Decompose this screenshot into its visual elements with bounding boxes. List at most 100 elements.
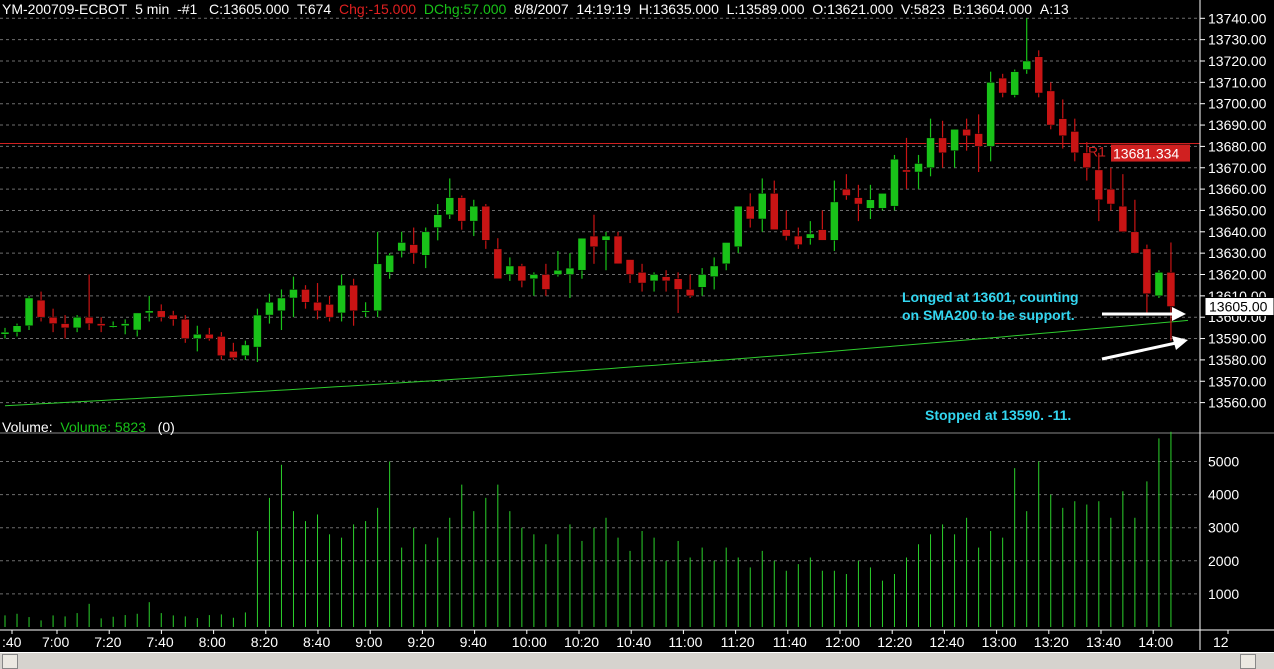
candle-body xyxy=(108,325,118,328)
horizontal-scrollbar[interactable] xyxy=(0,652,1274,669)
volume-header: Volume: Volume: 5823 (0) xyxy=(2,419,175,435)
time-axis: :40 7:00 7:20 7:40 8:00 8:20 8:40 9:00 9:20 9:40 1… xyxy=(0,629,1274,650)
volume-label: 5000 xyxy=(1208,454,1239,470)
time-label: 12:20 xyxy=(877,634,912,650)
volume-label: 4000 xyxy=(1208,487,1239,503)
scroll-right-button[interactable] xyxy=(1240,654,1256,669)
volume-label: 2000 xyxy=(1208,553,1239,569)
daily-change-value: DChg:57.000 xyxy=(423,1,507,17)
candle-body xyxy=(313,302,322,312)
time-label: 8:00 xyxy=(199,634,226,650)
candle-body xyxy=(1034,56,1043,94)
candle-body xyxy=(1106,188,1116,205)
time-label: 10:40 xyxy=(616,634,651,650)
close-value: C:13605.000 xyxy=(208,1,290,17)
time-label: 12 xyxy=(1213,634,1229,650)
candle-body xyxy=(685,289,695,297)
r1-value: 13681.334 xyxy=(1113,146,1179,162)
volume-axis: 5000 4000 3000 2000 1000 xyxy=(1208,454,1239,602)
candle-body xyxy=(637,272,647,284)
time-label: 9:00 xyxy=(355,634,382,650)
tick-value: T:674 xyxy=(296,1,332,17)
time-label: 7:40 xyxy=(146,634,173,650)
stop-annotation: Stopped at 13590. -11. xyxy=(925,407,1072,423)
candle-body xyxy=(1142,248,1152,294)
candle-body xyxy=(157,310,166,318)
entry-arrow-head xyxy=(1172,307,1186,321)
time-value: 14:19:19 xyxy=(576,1,631,17)
price-label: 13670.00 xyxy=(1208,160,1267,176)
price-label: 13700.00 xyxy=(1208,96,1267,112)
candle-body xyxy=(505,265,515,275)
candle-body xyxy=(36,299,46,318)
candle-body xyxy=(1070,131,1080,154)
candle-body xyxy=(818,229,827,241)
time-label: 10:00 xyxy=(512,634,547,650)
stop-arrow-head xyxy=(1172,336,1188,350)
price-label: 13650.00 xyxy=(1208,202,1267,218)
candle-body xyxy=(998,77,1007,94)
candle-body xyxy=(986,82,995,147)
candle-body xyxy=(517,265,527,282)
candle-body xyxy=(1154,272,1164,297)
volume-label: 1000 xyxy=(1208,586,1239,602)
entry-line-1: Longed at 13601, counting xyxy=(902,289,1079,305)
candle-body xyxy=(890,158,899,207)
price-label: 13570.00 xyxy=(1208,373,1267,389)
change-value: Chg:-15.000 xyxy=(338,1,417,17)
candle-body xyxy=(48,316,58,324)
candle-body xyxy=(938,137,947,154)
candle-body xyxy=(974,133,983,147)
entry-annotation: Longed at 13601, counting on SMA200 to b… xyxy=(902,288,1079,324)
time-label: 10:20 xyxy=(564,634,599,650)
grid-lines xyxy=(0,17,1274,595)
scroll-left-button[interactable] xyxy=(2,654,18,669)
candle-body xyxy=(469,205,479,222)
time-label: 11:20 xyxy=(721,634,755,650)
candle-body xyxy=(950,129,959,151)
candle-body xyxy=(709,265,719,277)
candle-body xyxy=(854,197,863,205)
candle-body xyxy=(1022,60,1031,70)
stop-arrow xyxy=(1101,341,1177,361)
time-label: :40 xyxy=(2,634,22,650)
volume-zero: (0) xyxy=(157,419,175,435)
candle-body xyxy=(565,267,575,275)
bid-value: B:13604.000 xyxy=(952,1,1033,17)
time-label: 8:40 xyxy=(303,634,330,650)
candle-body xyxy=(649,274,659,282)
candle-body xyxy=(96,323,106,326)
date-value: 8/8/2007 xyxy=(514,1,569,17)
candle-body xyxy=(241,344,250,356)
candle-body xyxy=(770,193,779,230)
time-label: 13:00 xyxy=(982,634,1017,650)
candle-body xyxy=(60,323,70,329)
candle-body xyxy=(169,314,178,320)
price-label: 13740.00 xyxy=(1208,10,1267,26)
candle-body xyxy=(253,314,262,348)
price-label: 13720.00 xyxy=(1208,53,1267,69)
time-label: 11:40 xyxy=(773,634,807,650)
time-label: 14:00 xyxy=(1138,634,1173,650)
price-label: 13710.00 xyxy=(1208,74,1267,90)
price-label: 13590.00 xyxy=(1208,331,1267,347)
high-value: H:13635.000 xyxy=(638,1,719,17)
ask-value: A:13 xyxy=(1039,1,1069,17)
candle-body xyxy=(217,336,226,356)
candle-body xyxy=(84,316,94,324)
price-label: 13730.00 xyxy=(1208,32,1267,48)
candle-body xyxy=(72,316,82,329)
candle-body xyxy=(409,244,418,254)
candle-body xyxy=(1166,272,1176,307)
price-label: 13640.00 xyxy=(1208,224,1267,240)
candle-body xyxy=(229,351,238,359)
candle-body xyxy=(120,323,130,326)
price-label: 13680.00 xyxy=(1208,138,1267,154)
candle-body xyxy=(457,197,467,222)
price-label: 13690.00 xyxy=(1208,117,1267,133)
time-label: 8:20 xyxy=(251,634,278,650)
price-label: 13660.00 xyxy=(1208,181,1267,197)
candle-body xyxy=(1058,118,1068,136)
quote-header: YM-200709-ECBOT 5 min -#1 C:13605.000 T:… xyxy=(2,1,1069,17)
candle-body xyxy=(914,163,923,173)
